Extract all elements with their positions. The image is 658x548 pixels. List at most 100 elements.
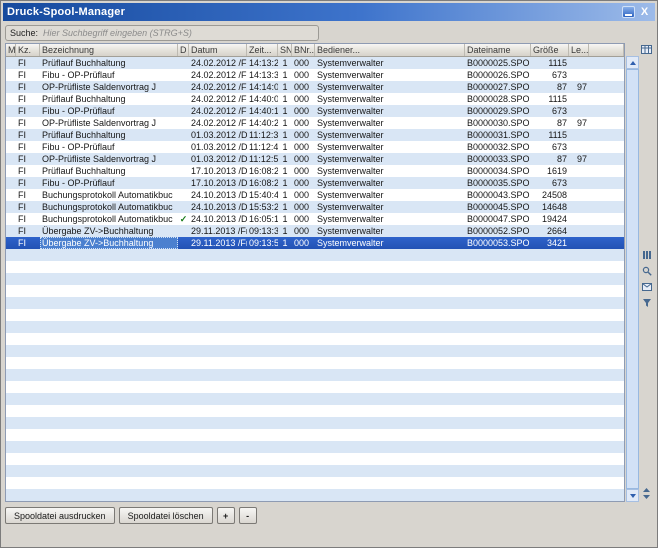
column-header-m[interactable]: M [6, 44, 16, 56]
cell-bnr: 000 [292, 237, 315, 249]
column-header-filler[interactable] [589, 44, 624, 56]
table-row[interactable]: FIPrüflauf Buchhaltung17.10.2013 /Do16:0… [6, 165, 624, 177]
scrollbar-thumb[interactable] [626, 69, 639, 489]
cell-groesse: 673 [531, 105, 569, 117]
table-row[interactable]: FIFibu - OP-Prüflauf24.02.2012 /Fr14:40:… [6, 105, 624, 117]
cell-m [6, 165, 16, 177]
cell-dateiname: B0000034.SPO [465, 165, 531, 177]
cell-filler [589, 93, 624, 105]
cell-bezeichnung: Buchungsprotokoll Automatikbuc [40, 189, 178, 201]
cell-filler [589, 213, 624, 225]
cell-kz: FI [16, 165, 40, 177]
cell-le [569, 165, 589, 177]
cell-m [6, 69, 16, 81]
scrollbar-track[interactable] [626, 69, 639, 489]
table-row[interactable]: FIBuchungsprotokoll Automatikbuc24.10.20… [6, 201, 624, 213]
cell-snr: 1 [278, 165, 292, 177]
column-header-datum[interactable]: Datum [189, 44, 247, 56]
cell-m [6, 237, 16, 249]
vertical-scrollbar[interactable] [626, 56, 639, 502]
cell-m [6, 141, 16, 153]
column-header-bediener[interactable]: Bediener... [315, 44, 465, 56]
column-settings-icon[interactable] [640, 43, 653, 56]
table-row[interactable]: FIPrüflauf Buchhaltung24.02.2012 /Fr14:4… [6, 93, 624, 105]
cell-zeit: 16:08:2... [247, 177, 278, 189]
table-row[interactable]: FIOP-Prüfliste Saldenvortrag J01.03.2012… [6, 153, 624, 165]
cell-snr: 1 [278, 201, 292, 213]
cell-dateiname: B0000026.SPO [465, 69, 531, 81]
minimize-button[interactable] [622, 6, 635, 18]
table-row[interactable]: FIBuchungsprotokoll Automatikbuc24.10.20… [6, 189, 624, 201]
search-icon[interactable] [640, 264, 653, 277]
cell-zeit: 09:13:5... [247, 237, 278, 249]
cell-le: 97 [569, 81, 589, 93]
column-header-d[interactable]: D [178, 44, 189, 56]
cell-groesse: 1115 [531, 129, 569, 141]
scroll-down-button[interactable] [626, 489, 639, 502]
print-spool-button[interactable]: Spooldatei ausdrucken [5, 507, 115, 524]
column-header-kz[interactable]: Kz. [16, 44, 40, 56]
add-button[interactable]: + [217, 507, 235, 524]
table-row[interactable]: FIBuchungsprotokoll Automatikbuc✓24.10.2… [6, 213, 624, 225]
window-title: Druck-Spool-Manager [7, 6, 619, 18]
cell-dateiname: B0000053.SPO [465, 237, 531, 249]
cell-bediener: Systemverwalter [315, 201, 465, 213]
cell-zeit: 14:40:1... [247, 105, 278, 117]
table-row[interactable]: FIÜbergabe ZV->Buchhaltung29.11.2013 /Fr… [6, 225, 624, 237]
cell-groesse: 1115 [531, 57, 569, 69]
table-row[interactable]: FIOP-Prüfliste Saldenvortrag J24.02.2012… [6, 81, 624, 93]
cell-d [178, 57, 189, 69]
table-row-selected[interactable]: FIÜbergabe ZV->Buchhaltung29.11.2013 /Fr… [6, 237, 624, 249]
scroll-up-button[interactable] [626, 56, 639, 69]
column-header-dateiname[interactable]: Dateiname [465, 44, 531, 56]
cell-filler [589, 129, 624, 141]
cell-bnr: 000 [292, 177, 315, 189]
table-row[interactable]: FIFibu - OP-Prüflauf24.02.2012 /Fr14:13:… [6, 69, 624, 81]
cell-le [569, 141, 589, 153]
table-row[interactable]: FIPrüflauf Buchhaltung24.02.2012 /Fr14:1… [6, 57, 624, 69]
cell-le [569, 93, 589, 105]
column-header-bezeichnung[interactable]: Bezeichnung [40, 44, 178, 56]
cell-m [6, 117, 16, 129]
column-header-le[interactable]: Le... [569, 44, 589, 56]
cell-bediener: Systemverwalter [315, 177, 465, 189]
cell-m [6, 57, 16, 69]
fit-rows-icon[interactable] [640, 487, 653, 500]
filter-icon[interactable] [640, 296, 653, 309]
column-header-snr[interactable]: SNr.. [278, 44, 292, 56]
mail-icon[interactable] [640, 280, 653, 293]
cell-kz: FI [16, 213, 40, 225]
cell-datum: 29.11.2013 /Fr [189, 225, 247, 237]
column-header-bnr[interactable]: BNr.. [292, 44, 315, 56]
cell-datum: 17.10.2013 /Do [189, 177, 247, 189]
cell-d: ✓ [178, 213, 189, 225]
cell-snr: 1 [278, 69, 292, 81]
table-row[interactable]: FIPrüflauf Buchhaltung01.03.2012 /Do11:1… [6, 129, 624, 141]
cell-le [569, 237, 589, 249]
delete-spool-button[interactable]: Spooldatei löschen [119, 507, 213, 524]
table-row[interactable]: FIFibu - OP-Prüflauf01.03.2012 /Do11:12:… [6, 141, 624, 153]
cell-dateiname: B0000028.SPO [465, 93, 531, 105]
cell-groesse: 2664 [531, 225, 569, 237]
cell-filler [589, 81, 624, 93]
cell-bezeichnung: Prüflauf Buchhaltung [40, 57, 178, 69]
cell-bnr: 000 [292, 105, 315, 117]
cell-m [6, 129, 16, 141]
column-header-groesse[interactable]: Größe [531, 44, 569, 56]
cell-filler [589, 237, 624, 249]
cell-dateiname: B0000029.SPO [465, 105, 531, 117]
search-panel: Suche: Hier Suchbegriff eingeben (STRG+S… [5, 25, 319, 41]
search-input[interactable]: Hier Suchbegriff eingeben (STRG+S) [43, 28, 314, 38]
remove-button[interactable]: - [239, 507, 257, 524]
cell-bediener: Systemverwalter [315, 213, 465, 225]
cell-le [569, 213, 589, 225]
table-row[interactable]: FIOP-Prüfliste Saldenvortrag J24.02.2012… [6, 117, 624, 129]
close-button[interactable]: X [638, 6, 651, 18]
cell-bnr: 000 [292, 189, 315, 201]
columns-icon[interactable] [640, 248, 653, 261]
cell-m [6, 213, 16, 225]
column-header-zeit[interactable]: Zeit... [247, 44, 278, 56]
table-row[interactable]: FIFibu - OP-Prüflauf17.10.2013 /Do16:08:… [6, 177, 624, 189]
cell-zeit: 14:14:0... [247, 81, 278, 93]
cell-datum: 24.02.2012 /Fr [189, 117, 247, 129]
